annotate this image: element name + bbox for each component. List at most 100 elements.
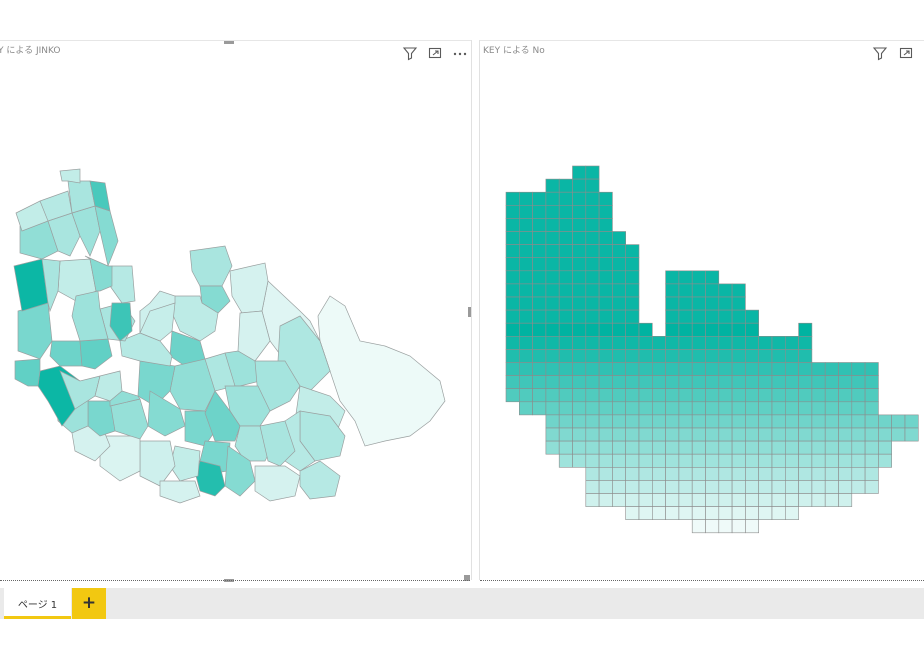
- tile-cell[interactable]: [771, 401, 786, 416]
- tile-cell[interactable]: [784, 427, 799, 442]
- tile-cell[interactable]: [665, 375, 680, 390]
- tile-cell[interactable]: [545, 349, 560, 363]
- tile-cell[interactable]: [505, 349, 520, 363]
- tile-cell[interactable]: [838, 466, 853, 481]
- tile-cell[interactable]: [612, 309, 626, 324]
- tile-cell[interactable]: [625, 506, 640, 521]
- tile-cell[interactable]: [705, 506, 720, 521]
- tile-cell[interactable]: [612, 401, 626, 416]
- tile-cell[interactable]: [532, 296, 547, 311]
- tile-cell[interactable]: [731, 375, 746, 390]
- tile-cell[interactable]: [784, 480, 799, 494]
- tile-cell[interactable]: [612, 362, 626, 376]
- tile-cell[interactable]: [665, 401, 680, 416]
- tile-cell[interactable]: [678, 506, 693, 521]
- tile-cell[interactable]: [652, 388, 666, 403]
- tile-cell[interactable]: [585, 349, 600, 363]
- tile-cell[interactable]: [678, 414, 693, 429]
- tile-cell[interactable]: [718, 283, 733, 298]
- tile-cell[interactable]: [691, 362, 706, 376]
- tile-cell[interactable]: [798, 362, 813, 376]
- tile-cell[interactable]: [851, 440, 866, 455]
- tile-cell[interactable]: [545, 322, 560, 337]
- tile-cell[interactable]: [665, 283, 680, 298]
- tile-cell[interactable]: [838, 453, 853, 468]
- tile-cell[interactable]: [558, 375, 573, 390]
- tile-cell[interactable]: [691, 283, 706, 298]
- tile-cell[interactable]: [612, 414, 626, 429]
- tile-cell[interactable]: [545, 414, 560, 429]
- tile-cell[interactable]: [811, 427, 826, 442]
- tile-cell[interactable]: [638, 427, 653, 442]
- tile-cell[interactable]: [811, 440, 826, 455]
- tile-cell[interactable]: [545, 178, 560, 193]
- tile-cell[interactable]: [638, 480, 653, 494]
- tile-cell[interactable]: [771, 453, 786, 468]
- tile-cell[interactable]: [518, 401, 533, 416]
- tile-cell[interactable]: [691, 440, 706, 455]
- tile-cell[interactable]: [851, 388, 866, 403]
- tile-cell[interactable]: [731, 335, 746, 350]
- tile-cell[interactable]: [705, 375, 720, 390]
- tile-cell[interactable]: [758, 414, 773, 429]
- tile-cell[interactable]: [771, 335, 786, 350]
- tile-cell[interactable]: [585, 414, 600, 429]
- tile-cell[interactable]: [545, 231, 560, 245]
- tile-cell[interactable]: [691, 480, 706, 494]
- tile-cell[interactable]: [558, 283, 573, 298]
- tile-cell[interactable]: [598, 257, 613, 272]
- tile-cell[interactable]: [532, 191, 547, 206]
- tile-cell[interactable]: [851, 480, 866, 494]
- tile-cell[interactable]: [745, 427, 759, 442]
- tile-cell[interactable]: [585, 440, 600, 455]
- tile-cell[interactable]: [691, 506, 706, 521]
- tile-cell[interactable]: [532, 375, 547, 390]
- tile-cell[interactable]: [691, 322, 706, 337]
- tile-cell[interactable]: [625, 440, 640, 455]
- tile-cell[interactable]: [798, 375, 813, 390]
- tile-cell[interactable]: [864, 362, 879, 376]
- tile-cell[interactable]: [585, 218, 600, 232]
- tile-cell[interactable]: [718, 401, 733, 416]
- tile-cell[interactable]: [532, 244, 547, 259]
- tile-cell[interactable]: [691, 427, 706, 442]
- tile-cell[interactable]: [652, 349, 666, 363]
- tile-cell[interactable]: [585, 205, 600, 219]
- tile-cell[interactable]: [731, 480, 746, 494]
- tile-cell[interactable]: [824, 440, 839, 455]
- tile-cell[interactable]: [784, 414, 799, 429]
- tile-cell[interactable]: [598, 414, 613, 429]
- tile-cell[interactable]: [784, 440, 799, 455]
- tile-cell[interactable]: [731, 506, 746, 521]
- map-region[interactable]: [79, 338, 113, 370]
- tile-cell[interactable]: [505, 388, 520, 403]
- tile-cell[interactable]: [851, 427, 866, 442]
- tile-cell[interactable]: [612, 427, 626, 442]
- tile-cell[interactable]: [811, 466, 826, 481]
- tile-cell[interactable]: [558, 309, 573, 324]
- tile-cell[interactable]: [665, 388, 680, 403]
- tile-cell[interactable]: [758, 335, 773, 350]
- tile-cell[interactable]: [572, 440, 587, 455]
- tile-cell[interactable]: [824, 414, 839, 429]
- tile-cell[interactable]: [678, 375, 693, 390]
- tile-cell[interactable]: [545, 388, 560, 403]
- tile-cell[interactable]: [718, 375, 733, 390]
- tile-cell[interactable]: [625, 296, 640, 311]
- tile-cell[interactable]: [771, 362, 786, 376]
- tile-cell[interactable]: [665, 506, 680, 521]
- tile-cell[interactable]: [745, 453, 759, 468]
- tile-cell[interactable]: [705, 296, 720, 311]
- tile-cell[interactable]: [798, 414, 813, 429]
- page-tab[interactable]: ページ 1: [4, 588, 71, 619]
- tile-cell[interactable]: [784, 362, 799, 376]
- tile-cell[interactable]: [598, 322, 613, 337]
- tile-cell[interactable]: [532, 309, 547, 324]
- tile-cell[interactable]: [678, 493, 693, 507]
- tile-cell[interactable]: [771, 427, 786, 442]
- tile-cell[interactable]: [572, 401, 587, 416]
- tile-cell[interactable]: [532, 335, 547, 350]
- tile-cell[interactable]: [665, 453, 680, 468]
- tile-cell[interactable]: [652, 427, 666, 442]
- tile-cell[interactable]: [864, 453, 879, 468]
